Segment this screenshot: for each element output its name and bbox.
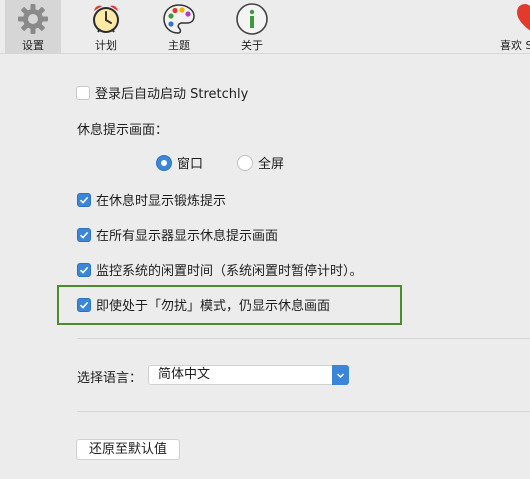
tab-about[interactable]: 关于 xyxy=(224,0,280,54)
chevron-down-icon[interactable] xyxy=(332,365,349,385)
break-display-label: 休息提示画面： xyxy=(77,123,169,138)
autostart-label: 登录后自动启动 Stretchly xyxy=(95,87,249,102)
palette-icon xyxy=(163,4,195,34)
checkmark-icon xyxy=(79,231,89,239)
divider xyxy=(77,411,530,412)
all-monitors-label: 在所有显示器显示休息提示画面 xyxy=(96,229,279,244)
tab-settings-label: 设置 xyxy=(22,39,44,52)
tab-settings[interactable]: 设置 xyxy=(5,0,61,54)
monitor-idle-label: 监控系统的闲置时间（系统闲置时暂停计时）。 xyxy=(96,264,363,279)
radio-window-button[interactable] xyxy=(156,154,172,171)
tab-schedule[interactable]: 计划 xyxy=(78,0,134,54)
dnd-mode-row[interactable]: 即使处于「勿扰」模式，仍显示休息画面 xyxy=(77,295,330,314)
radio-window-label: 窗口 xyxy=(177,157,204,172)
tab-schedule-label: 计划 xyxy=(95,39,117,52)
tab-love-label: 喜欢 S xyxy=(500,39,530,52)
tab-love[interactable]: 喜欢 S xyxy=(493,0,530,54)
radio-fullscreen-label: 全屏 xyxy=(258,157,285,172)
tab-about-label: 关于 xyxy=(241,39,263,52)
checkmark-icon xyxy=(79,266,89,274)
radio-fullscreen-button[interactable] xyxy=(237,154,253,171)
alarm-clock-icon xyxy=(93,5,119,33)
divider xyxy=(77,338,530,339)
gear-icon xyxy=(18,4,48,34)
show-exercise-row[interactable]: 在休息时显示锻炼提示 xyxy=(77,190,226,209)
monitor-idle-row[interactable]: 监控系统的闲置时间（系统闲置时暂停计时）。 xyxy=(77,260,363,279)
language-select[interactable]: 简体中文 xyxy=(148,365,349,385)
tab-theme[interactable]: 主题 xyxy=(151,0,207,54)
autostart-checkbox[interactable] xyxy=(76,85,90,100)
all-monitors-checkbox[interactable] xyxy=(77,227,91,242)
toolbar: 设置 计划 主题 关于 喜欢 S xyxy=(0,0,530,54)
radio-window[interactable]: 窗口 xyxy=(156,153,203,172)
dnd-mode-label: 即使处于「勿扰」模式，仍显示休息画面 xyxy=(96,299,331,314)
break-display-heading: 休息提示画面： xyxy=(77,119,168,138)
autostart-row[interactable]: 登录后自动启动 Stretchly xyxy=(76,83,248,102)
monitor-idle-checkbox[interactable] xyxy=(77,262,91,277)
info-icon xyxy=(236,3,268,35)
show-exercise-checkbox[interactable] xyxy=(77,192,91,207)
dnd-mode-checkbox[interactable] xyxy=(77,297,91,312)
show-exercise-label: 在休息时显示锻炼提示 xyxy=(96,194,227,209)
reset-defaults-button[interactable]: 还原至默认值 xyxy=(76,439,180,460)
heart-icon xyxy=(517,4,530,31)
radio-fullscreen[interactable]: 全屏 xyxy=(237,153,284,172)
language-label: 选择语言： xyxy=(77,371,143,386)
language-heading: 选择语言： xyxy=(77,367,142,386)
language-select-value: 简体中文 xyxy=(158,367,211,382)
checkmark-icon xyxy=(79,196,89,204)
tab-theme-label: 主题 xyxy=(168,39,190,52)
checkmark-icon xyxy=(79,301,89,309)
all-monitors-row[interactable]: 在所有显示器显示休息提示画面 xyxy=(77,225,278,244)
